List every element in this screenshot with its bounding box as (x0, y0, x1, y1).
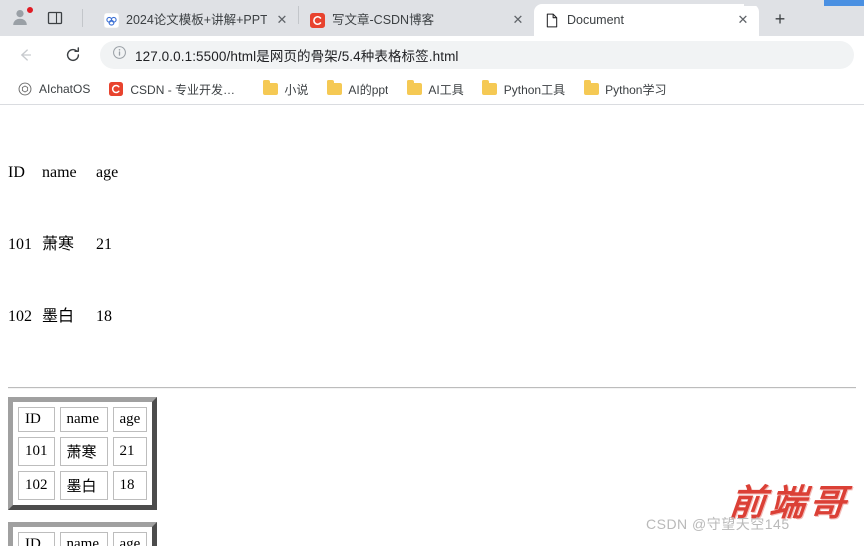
back-arrow-icon (21, 49, 32, 61)
cloud-icon (103, 12, 119, 28)
bookmark-label-0: AIchatOS (39, 82, 91, 96)
folder-icon (482, 80, 498, 97)
tab-title-2: Document (567, 13, 624, 27)
cell-id: 101 (18, 436, 55, 466)
bookmark-aichatos[interactable]: AIchatOS (10, 78, 97, 100)
back-button[interactable] (10, 40, 40, 70)
browser-window: 2024论文模板+讲解+PPT模板+⋮ ✕ 写文章-CSDN博客 ✕ (0, 0, 864, 546)
folder-icon (583, 80, 599, 97)
bookmark-label-5: Python工具 (503, 82, 566, 97)
plain-row-1: 101 萧寒 21 (8, 233, 856, 257)
address-bar[interactable]: 127.0.0.1:5500/html是网页的骨架/5.4种表格标签.html (100, 41, 854, 69)
folder-icon (326, 80, 342, 97)
site-info-icon[interactable] (112, 45, 127, 65)
cell-header-id: ID (18, 531, 55, 546)
bookmark-folder-xiaoshuo[interactable]: 小说 (255, 78, 315, 101)
tab-1[interactable]: 写文章-CSDN博客 ✕ (299, 4, 534, 36)
tab-2[interactable]: Document ✕ (534, 4, 759, 36)
bookmark-folder-aitools[interactable]: AI工具 (399, 78, 470, 101)
bookmark-folder-pythontools[interactable]: Python工具 (475, 78, 572, 101)
table-span-demo: ID name age 101 萧寒 21 102 21 103 (8, 521, 158, 546)
tab-0[interactable]: 2024论文模板+讲解+PPT模板+⋮ ✕ (93, 4, 298, 36)
minimize-button[interactable] (744, 0, 784, 6)
reload-button[interactable] (58, 40, 88, 70)
cell-name: 墨白 (59, 470, 108, 500)
tab-close-1[interactable]: ✕ (510, 12, 526, 28)
table-row: ID name age (18, 406, 148, 432)
plain-row-header: ID name age (8, 161, 856, 185)
plain-cell-age: 18 (96, 307, 112, 325)
cell-header-name: name (59, 406, 108, 432)
cell-age: 21 (112, 436, 148, 466)
reload-icon (66, 47, 80, 62)
plain-cell-age: 21 (96, 235, 112, 253)
tab-close-2[interactable]: ✕ (735, 12, 751, 28)
table-simple: ID name age 101 萧寒 21 102 墨白 18 (8, 396, 158, 510)
tab-strip: 2024论文模板+讲解+PPT模板+⋮ ✕ 写文章-CSDN博客 ✕ (0, 0, 864, 36)
tab-list-icon[interactable] (44, 7, 66, 29)
document-icon (544, 12, 560, 28)
close-window-button[interactable] (824, 0, 864, 6)
tabstrip-divider (82, 9, 83, 27)
window-controls (744, 0, 864, 14)
cell-name: 萧寒 (59, 436, 108, 466)
cell-header-id: ID (18, 406, 55, 432)
bookmark-label-2: 小说 (284, 82, 309, 97)
browser-toolbar: 127.0.0.1:5500/html是网页的骨架/5.4种表格标签.html (0, 36, 864, 74)
horizontal-rule (8, 386, 856, 389)
bookmark-csdn[interactable]: CSDN - 专业开发者... (101, 78, 251, 101)
plain-cell-id: ID (8, 163, 25, 181)
tab-title-1: 写文章-CSDN博客 (332, 13, 435, 27)
profile-notification-badge (26, 6, 34, 14)
bookmark-label-3: AI的ppt (348, 82, 389, 97)
openai-icon (17, 81, 33, 97)
plain-text-table: ID name age 101 萧寒 21 102 墨白 18 (8, 113, 856, 377)
tab-close-0[interactable]: ✕ (274, 12, 290, 28)
tab-list: 2024论文模板+讲解+PPT模板+⋮ ✕ 写文章-CSDN博客 ✕ (93, 0, 795, 36)
plain-row-2: 102 墨白 18 (8, 305, 856, 329)
tab-list-glyph (47, 11, 63, 25)
table-row: 101 萧寒 21 (18, 436, 148, 466)
csdn-icon (309, 12, 325, 28)
table-row: 102 墨白 18 (18, 470, 148, 500)
bookmarks-bar: AIchatOS CSDN - 专业开发者... 小说 AI的ppt AI工具 (0, 74, 864, 104)
cell-id: 102 (18, 470, 55, 500)
folder-icon (262, 80, 278, 97)
plain-cell-name: 墨白 (42, 307, 75, 325)
plain-cell-age: age (96, 163, 119, 181)
folder-icon (406, 80, 422, 97)
profile-avatar[interactable] (10, 6, 34, 29)
bookmark-label-6: Python学习 (605, 82, 667, 97)
bookmark-label-4: AI工具 (428, 82, 464, 97)
url-text: 127.0.0.1:5500/html是网页的骨架/5.4种表格标签.html (135, 49, 459, 64)
page-content: ID name age 101 萧寒 21 102 墨白 18 ID name … (0, 105, 864, 546)
info-circle-glyph (113, 46, 126, 59)
tab-title-0: 2024论文模板+讲解+PPT模板+⋮ (126, 13, 267, 27)
csdn-icon (108, 81, 124, 97)
cell-age: 18 (112, 470, 148, 500)
cell-header-name: name (59, 531, 108, 546)
plain-cell-name: 萧寒 (42, 235, 75, 253)
tabstrip-left-controls (0, 0, 93, 36)
plain-cell-id: 101 (8, 235, 32, 253)
cell-header-age: age (112, 406, 148, 432)
bookmark-folder-aippt[interactable]: AI的ppt (319, 78, 395, 101)
cell-header-age: age (112, 531, 148, 546)
maximize-button[interactable] (784, 0, 824, 6)
page-viewport: ID name age 101 萧寒 21 102 墨白 18 ID name … (0, 104, 864, 546)
bookmark-folder-pythonstudy[interactable]: Python学习 (576, 78, 673, 101)
plain-cell-id: 102 (8, 307, 32, 325)
table-row: ID name age (18, 531, 148, 546)
plain-cell-name: name (42, 163, 77, 181)
bookmark-label-1: CSDN - 专业开发者... (130, 82, 245, 97)
